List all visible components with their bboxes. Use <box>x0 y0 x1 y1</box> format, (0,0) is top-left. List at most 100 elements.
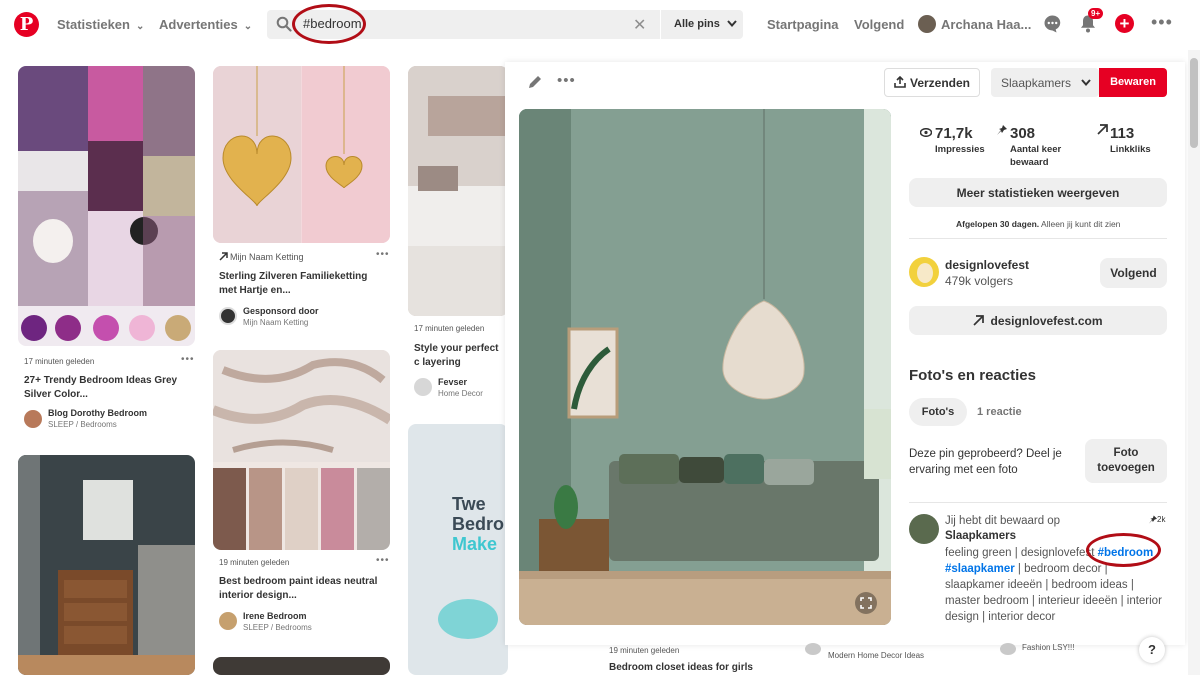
pinner-avatar[interactable] <box>805 643 821 655</box>
clear-search-icon[interactable]: ✕ <box>633 15 646 35</box>
sponsor-name[interactable]: Mijn Naam Ketting <box>243 318 308 327</box>
pin-title[interactable]: Best bedroom paint ideas neutral interio… <box>219 575 384 603</box>
pin-title[interactable]: Bedroom closet ideas for girls <box>609 661 753 675</box>
creator-followers: 479k volgers <box>945 274 1014 288</box>
link-arrow-icon <box>1097 124 1108 135</box>
pin-title[interactable]: Style your perfect c layering colours... <box>414 342 506 370</box>
pinterest-logo-icon[interactable]: P <box>14 12 39 37</box>
tried-pin-prompt: Deze pin geprobeerd? Deel je ervaring me… <box>909 448 1062 476</box>
photos-comments-heading: Foto's en reacties <box>909 367 1036 384</box>
external-link-arrow-icon <box>219 252 228 261</box>
pin-more-icon[interactable]: ••• <box>376 249 390 260</box>
pin-image-chandelier[interactable] <box>213 657 390 675</box>
pin-image-dark-bedroom[interactable] <box>18 455 195 675</box>
chevron-down-icon: ⌄ <box>243 21 253 32</box>
send-button[interactable]: Verzenden <box>884 68 980 97</box>
hashtag-highlight-circle <box>1086 533 1161 567</box>
pin-more-icon[interactable]: ••• <box>181 354 195 365</box>
green-bedroom-image <box>519 109 891 625</box>
my-avatar[interactable] <box>909 514 939 544</box>
pin-image-paint-palette[interactable] <box>213 350 390 550</box>
following-link[interactable]: Volgend <box>854 17 904 32</box>
creator-avatar[interactable] <box>909 257 939 287</box>
pin-attribution[interactable]: Mijn Naam Ketting <box>230 252 304 262</box>
statistics-privacy: Alleen jij kunt dit zien <box>1041 219 1121 229</box>
statistics-period: Afgelopen 30 dagen. <box>956 219 1040 229</box>
sponsor-avatar[interactable] <box>219 307 237 325</box>
help-button[interactable]: ? <box>1139 637 1165 663</box>
pinner-avatar[interactable] <box>1000 643 1016 655</box>
divider <box>909 238 1167 239</box>
pin-title-text: Style your perfect c layering colours... <box>414 343 499 368</box>
more-options-icon[interactable]: ••• <box>557 72 576 89</box>
image-text-line-1: Twe <box>452 494 486 514</box>
pinner-name[interactable]: Irene Bedroom <box>243 611 307 621</box>
pin-time: 17 minuten geleden <box>24 357 95 366</box>
eye-icon <box>920 128 932 137</box>
link-clicks-label: Linkkliks <box>1110 144 1151 155</box>
tab-photos[interactable]: Foto's <box>909 398 967 426</box>
saved-on-text: Jij hebt dit bewaard op <box>945 515 1061 527</box>
pin-title[interactable]: 27+ Trendy Bedroom Ideas Grey Silver Col… <box>24 374 189 402</box>
board-select-dropdown[interactable]: Slaapkamers <box>991 68 1099 97</box>
chevron-down-icon: ⌄ <box>135 21 145 32</box>
external-link-arrow-icon <box>973 315 985 326</box>
home-link[interactable]: Startpagina <box>767 17 839 32</box>
share-upload-icon <box>894 75 906 88</box>
follow-button[interactable]: Volgend <box>1100 258 1167 288</box>
pin-image-twee-bedroom[interactable]: Twe Bedro Make <box>408 424 508 675</box>
hashtag-slaapkamer-link[interactable]: #slaapkamer <box>945 563 1015 575</box>
pin-time: 19 minuten geleden <box>219 558 290 567</box>
pin-more-icon[interactable]: ••• <box>376 555 390 566</box>
sponsored-label: Gesponsord door <box>243 306 319 316</box>
pin-byline: Blog Dorothy Bedroom SLEEP / Bedrooms <box>48 408 147 430</box>
tab-comments[interactable]: 1 reactie <box>977 406 1022 418</box>
statistics-note: Afgelopen 30 dagen. Alleen jij kunt dit … <box>956 219 1120 229</box>
pinner-avatar[interactable] <box>414 378 432 396</box>
search-term-highlight-circle <box>292 4 366 44</box>
link-clicks-value: 113 <box>1110 125 1135 142</box>
pin-board[interactable]: Modern Home Decor Ideas <box>828 651 924 660</box>
pin-image-layered-bedroom[interactable] <box>408 66 508 316</box>
top-navigation-bar: P Statistieken ⌄ Advertenties ⌄ ✕ Alle pin… <box>0 0 1200 50</box>
image-text-line-2: Bedro <box>452 514 505 534</box>
user-avatar[interactable] <box>918 15 936 33</box>
pin-board[interactable]: SLEEP / Bedrooms <box>48 420 117 429</box>
pin-image-moodboard[interactable] <box>18 66 195 346</box>
search-filter-dropdown[interactable]: Alle pins <box>661 10 743 39</box>
moodboard-collage-image <box>18 66 195 341</box>
more-options-icon[interactable]: ••• <box>1151 12 1173 33</box>
expand-image-icon[interactable] <box>855 592 877 614</box>
user-name-link[interactable]: Archana Haa... <box>941 17 1031 32</box>
create-plus-icon[interactable]: + <box>1115 14 1134 33</box>
saves-count: 2k <box>1157 515 1166 524</box>
more-statistics-button[interactable]: Meer statistieken weergeven <box>909 178 1167 207</box>
pinner-name[interactable]: Blog Dorothy Bedroom <box>48 408 147 418</box>
main-pin-image[interactable] <box>519 109 891 625</box>
notifications-badge: 9+ <box>1088 8 1104 19</box>
divider <box>909 502 1167 503</box>
statistics-menu[interactable]: Statistieken ⌄ <box>57 17 144 32</box>
messages-icon[interactable] <box>1043 14 1062 33</box>
pinner-avatar[interactable] <box>219 612 237 630</box>
save-button[interactable]: Bewaren <box>1099 68 1167 97</box>
pin-board[interactable]: Fashion LSY!!! <box>1022 643 1074 652</box>
website-link-button[interactable]: designlovefest.com <box>909 306 1167 335</box>
dark-bedroom-image <box>18 455 195 675</box>
saved-board-link[interactable]: Slaapkamers <box>945 530 1016 542</box>
pin-board[interactable]: Home Decor <box>438 389 483 398</box>
saves-value: 308 <box>1010 125 1036 142</box>
pin-title[interactable]: Sterling Zilveren Familieketting met Har… <box>219 270 384 298</box>
pin-board[interactable]: SLEEP / Bedrooms <box>243 623 312 632</box>
pinner-avatar[interactable] <box>24 410 42 428</box>
edit-pencil-icon[interactable] <box>527 74 543 90</box>
image-text-line-3: Make <box>452 534 498 554</box>
scrollbar-thumb[interactable] <box>1190 58 1198 148</box>
ads-menu[interactable]: Advertenties ⌄ <box>159 17 252 32</box>
impressions-label: Impressies <box>935 144 985 155</box>
pinner-name[interactable]: Fevser <box>438 377 467 387</box>
teal-pillow-shape <box>438 599 498 639</box>
pin-image-necklace[interactable] <box>213 66 390 243</box>
creator-name[interactable]: designlovefest <box>945 258 1029 272</box>
add-photo-button[interactable]: Foto toevoegen <box>1085 439 1167 483</box>
